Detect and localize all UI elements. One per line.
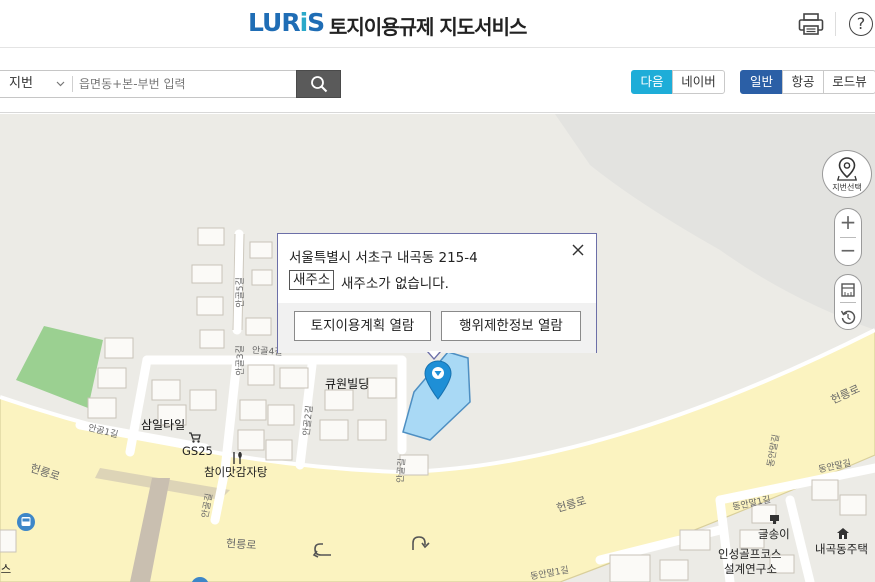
zoom-in-button[interactable]: + (835, 209, 861, 237)
search-box: 지번 (0, 70, 297, 98)
close-icon[interactable] (570, 242, 586, 258)
new-address-text: 새주소가 없습니다. (341, 276, 449, 292)
map-tools-control (834, 274, 862, 330)
road-label-angol5: 안골5길 (235, 277, 246, 308)
zoom-out-button[interactable]: − (835, 237, 861, 265)
search-type-select[interactable]: 지번 (0, 71, 71, 97)
printer-icon (798, 13, 824, 35)
shop-icon (770, 515, 779, 524)
location-marker-icon[interactable] (424, 360, 452, 400)
help-button[interactable]: ? (846, 9, 875, 39)
label-gs25: GS25 (182, 444, 213, 458)
tab-naver[interactable]: 네이버 (672, 70, 725, 94)
tab-daum[interactable]: 다음 (631, 70, 673, 94)
zoom-control: + − (834, 208, 862, 266)
label-design: 설계연구소 (724, 562, 777, 576)
road-label-angol3: 안골3길 (235, 345, 246, 376)
label-golf: 인성골프코스 (718, 547, 782, 561)
map-pin-icon (837, 157, 857, 181)
uturn-left-icon (312, 543, 331, 558)
house-icon (837, 528, 849, 539)
restaurant-icon (233, 452, 242, 464)
site-title: 토지이용규제 지도서비스 (329, 15, 527, 39)
help-icon: ? (849, 12, 873, 36)
parcel-info-popup: 서울특별시 서초구 내곡동 215-4 새주소 새주소가 없습니다. 토지이용계… (277, 233, 597, 353)
search-input[interactable] (79, 71, 289, 97)
restriction-info-button[interactable]: 행위제한정보 열람 (441, 311, 581, 341)
popup-button-bar: 토지이용계획 열람 행위제한정보 열람 (278, 303, 596, 353)
label-restaurant: 참이맛감자탕 (204, 465, 268, 479)
lot-select-label: 지번선택 (832, 183, 862, 192)
label-samil-tile: 삼일타일 (141, 418, 186, 432)
header-divider (835, 12, 836, 36)
road-label-angol7: 안골길 (396, 457, 408, 484)
tab-roadview[interactable]: 로드뷰 (823, 70, 875, 94)
search-divider (72, 76, 73, 92)
search-button[interactable] (296, 70, 341, 98)
cart-icon (189, 432, 201, 443)
new-address-tag: 새주소 (289, 270, 335, 290)
search-icon (310, 76, 327, 93)
green-park (16, 326, 103, 408)
reset-button[interactable] (835, 303, 861, 330)
uturn-right-icon (412, 536, 430, 550)
map-shade-area (555, 114, 875, 330)
bus-stop-icon-2[interactable] (190, 576, 210, 582)
chevron-down-icon (56, 71, 65, 108)
map-provider-tabs: 다음 네이버 (631, 70, 725, 94)
road-label-heonneung-2: 헌릉로 (225, 536, 257, 553)
label-qwon-building: 큐원빌딩 (325, 377, 370, 391)
ruler-icon (841, 282, 855, 297)
popup-address: 서울특별시 서초구 내곡동 215-4 (289, 250, 478, 266)
search-toolbar: 지번 다음 네이버 일반 항공 로드뷰 (0, 49, 875, 113)
app-header: LURiS 토지이용규제 지도서비스 ? (0, 0, 875, 48)
land-use-plan-button[interactable]: 토지이용계획 열람 (294, 311, 431, 341)
label-geulsong: 글송이 (758, 527, 790, 541)
search-type-label: 지번 (9, 76, 33, 91)
label-edge: 시스 (0, 562, 12, 576)
bus-stop-icon[interactable] (16, 512, 36, 532)
luris-logo[interactable]: LURiS (248, 8, 325, 37)
popup-pointer-inner (428, 351, 440, 358)
measure-button[interactable] (835, 276, 861, 303)
refresh-icon (840, 310, 856, 324)
print-button[interactable] (796, 9, 826, 39)
label-naegok: 내곡동주택 (815, 542, 868, 556)
tab-aerial[interactable]: 항공 (782, 70, 824, 94)
lot-select-button[interactable]: 지번선택 (822, 150, 872, 198)
map-type-tabs: 일반 항공 로드뷰 (740, 70, 875, 94)
tab-general[interactable]: 일반 (740, 70, 783, 94)
